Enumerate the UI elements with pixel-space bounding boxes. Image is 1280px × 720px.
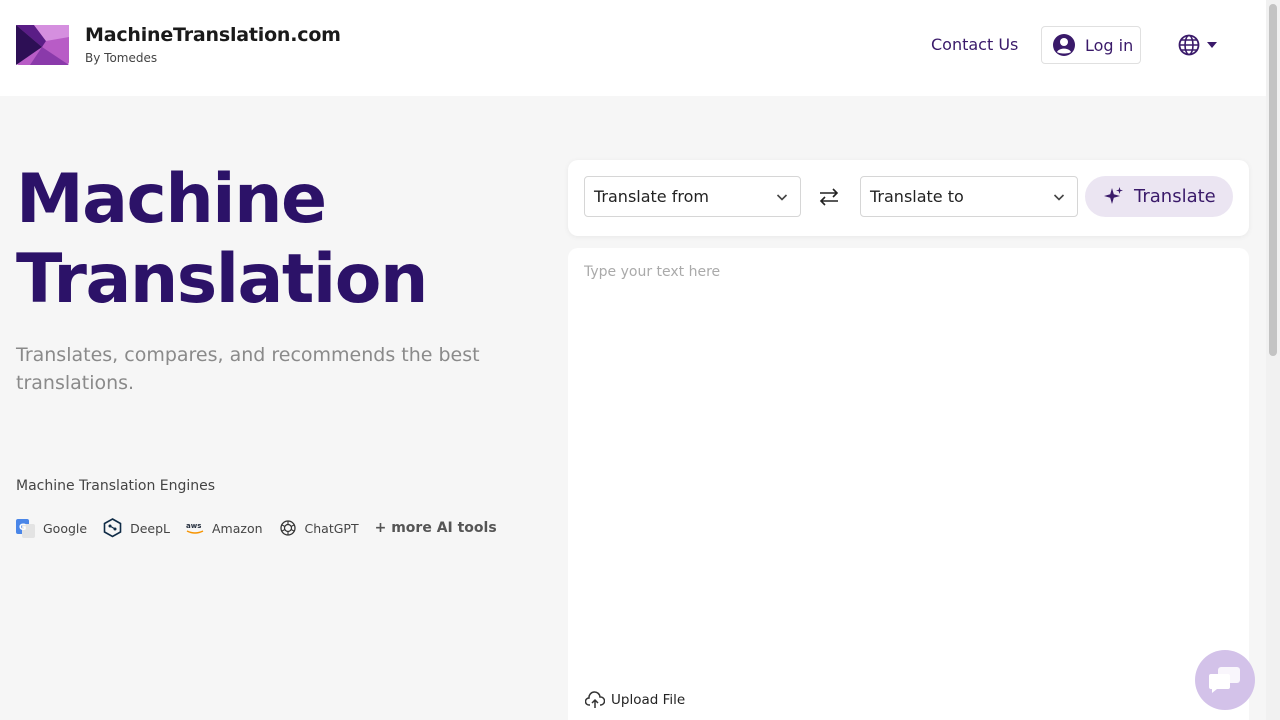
swap-languages-icon[interactable] — [817, 186, 841, 208]
translate-toolbar: Translate from Translate to Translate — [568, 160, 1249, 236]
google-translate-icon: G — [16, 518, 35, 538]
engine-label: ChatGPT — [304, 520, 359, 536]
engine-google[interactable]: G Google — [16, 518, 88, 538]
engines-list: G Google DeepL aws Amazon ChatGPT + more… — [16, 518, 497, 538]
page-subtitle: Translates, compares, and recommends the… — [16, 344, 480, 394]
login-label: Log in — [1085, 35, 1134, 55]
scrollbar-thumb[interactable] — [1269, 4, 1277, 356]
svg-text:aws: aws — [186, 522, 201, 530]
engine-label: Amazon — [212, 520, 263, 536]
engines-label: Machine Translation Engines — [16, 478, 216, 494]
translate-label: Translate — [1134, 186, 1216, 207]
svg-text:G: G — [19, 523, 26, 533]
title-line-1: Machine — [16, 160, 327, 239]
sparkle-icon — [1104, 187, 1123, 204]
chat-icon — [1209, 667, 1240, 693]
translate-from-label: Translate from — [594, 187, 709, 206]
upload-file-label: Upload File — [611, 692, 686, 708]
user-icon — [1053, 34, 1075, 56]
chevron-down-icon — [1053, 194, 1065, 201]
source-text-panel: Upload File — [568, 248, 1249, 720]
site-header: MachineTranslation.com By Tomedes Contac… — [0, 0, 1266, 96]
login-button[interactable]: Log in — [1041, 26, 1141, 64]
engine-amazon[interactable]: aws Amazon — [186, 521, 263, 536]
deepl-icon — [103, 518, 122, 538]
contact-us-link[interactable]: Contact Us — [931, 35, 1018, 54]
engine-chatgpt[interactable]: ChatGPT — [279, 519, 359, 537]
engine-label: Google — [43, 520, 88, 536]
translate-to-label: Translate to — [870, 187, 964, 206]
aws-icon: aws — [186, 522, 204, 534]
brand-name[interactable]: MachineTranslation.com — [85, 24, 341, 46]
more-ai-tools-link[interactable]: + more AI tools — [375, 520, 497, 536]
source-text-input[interactable] — [584, 264, 1224, 674]
translate-from-select[interactable]: Translate from — [584, 176, 801, 217]
chat-widget-button[interactable] — [1195, 650, 1255, 710]
upload-file-button[interactable]: Upload File — [585, 691, 685, 709]
page-title: Machine Translation — [16, 160, 428, 320]
globe-icon — [1178, 34, 1200, 56]
chatgpt-icon — [279, 520, 296, 536]
engine-label: DeepL — [130, 520, 170, 536]
chevron-down-icon — [1207, 42, 1217, 48]
title-line-2: Translation — [16, 240, 428, 319]
language-selector[interactable] — [1178, 33, 1224, 57]
translate-button[interactable]: Translate — [1085, 176, 1233, 217]
engine-deepl[interactable]: DeepL — [103, 518, 170, 538]
cloud-upload-icon — [585, 691, 605, 708]
logo-icon[interactable] — [16, 25, 69, 65]
chevron-down-icon — [776, 194, 788, 201]
brand-subtitle: By Tomedes — [85, 51, 158, 65]
translate-to-select[interactable]: Translate to — [860, 176, 1078, 217]
